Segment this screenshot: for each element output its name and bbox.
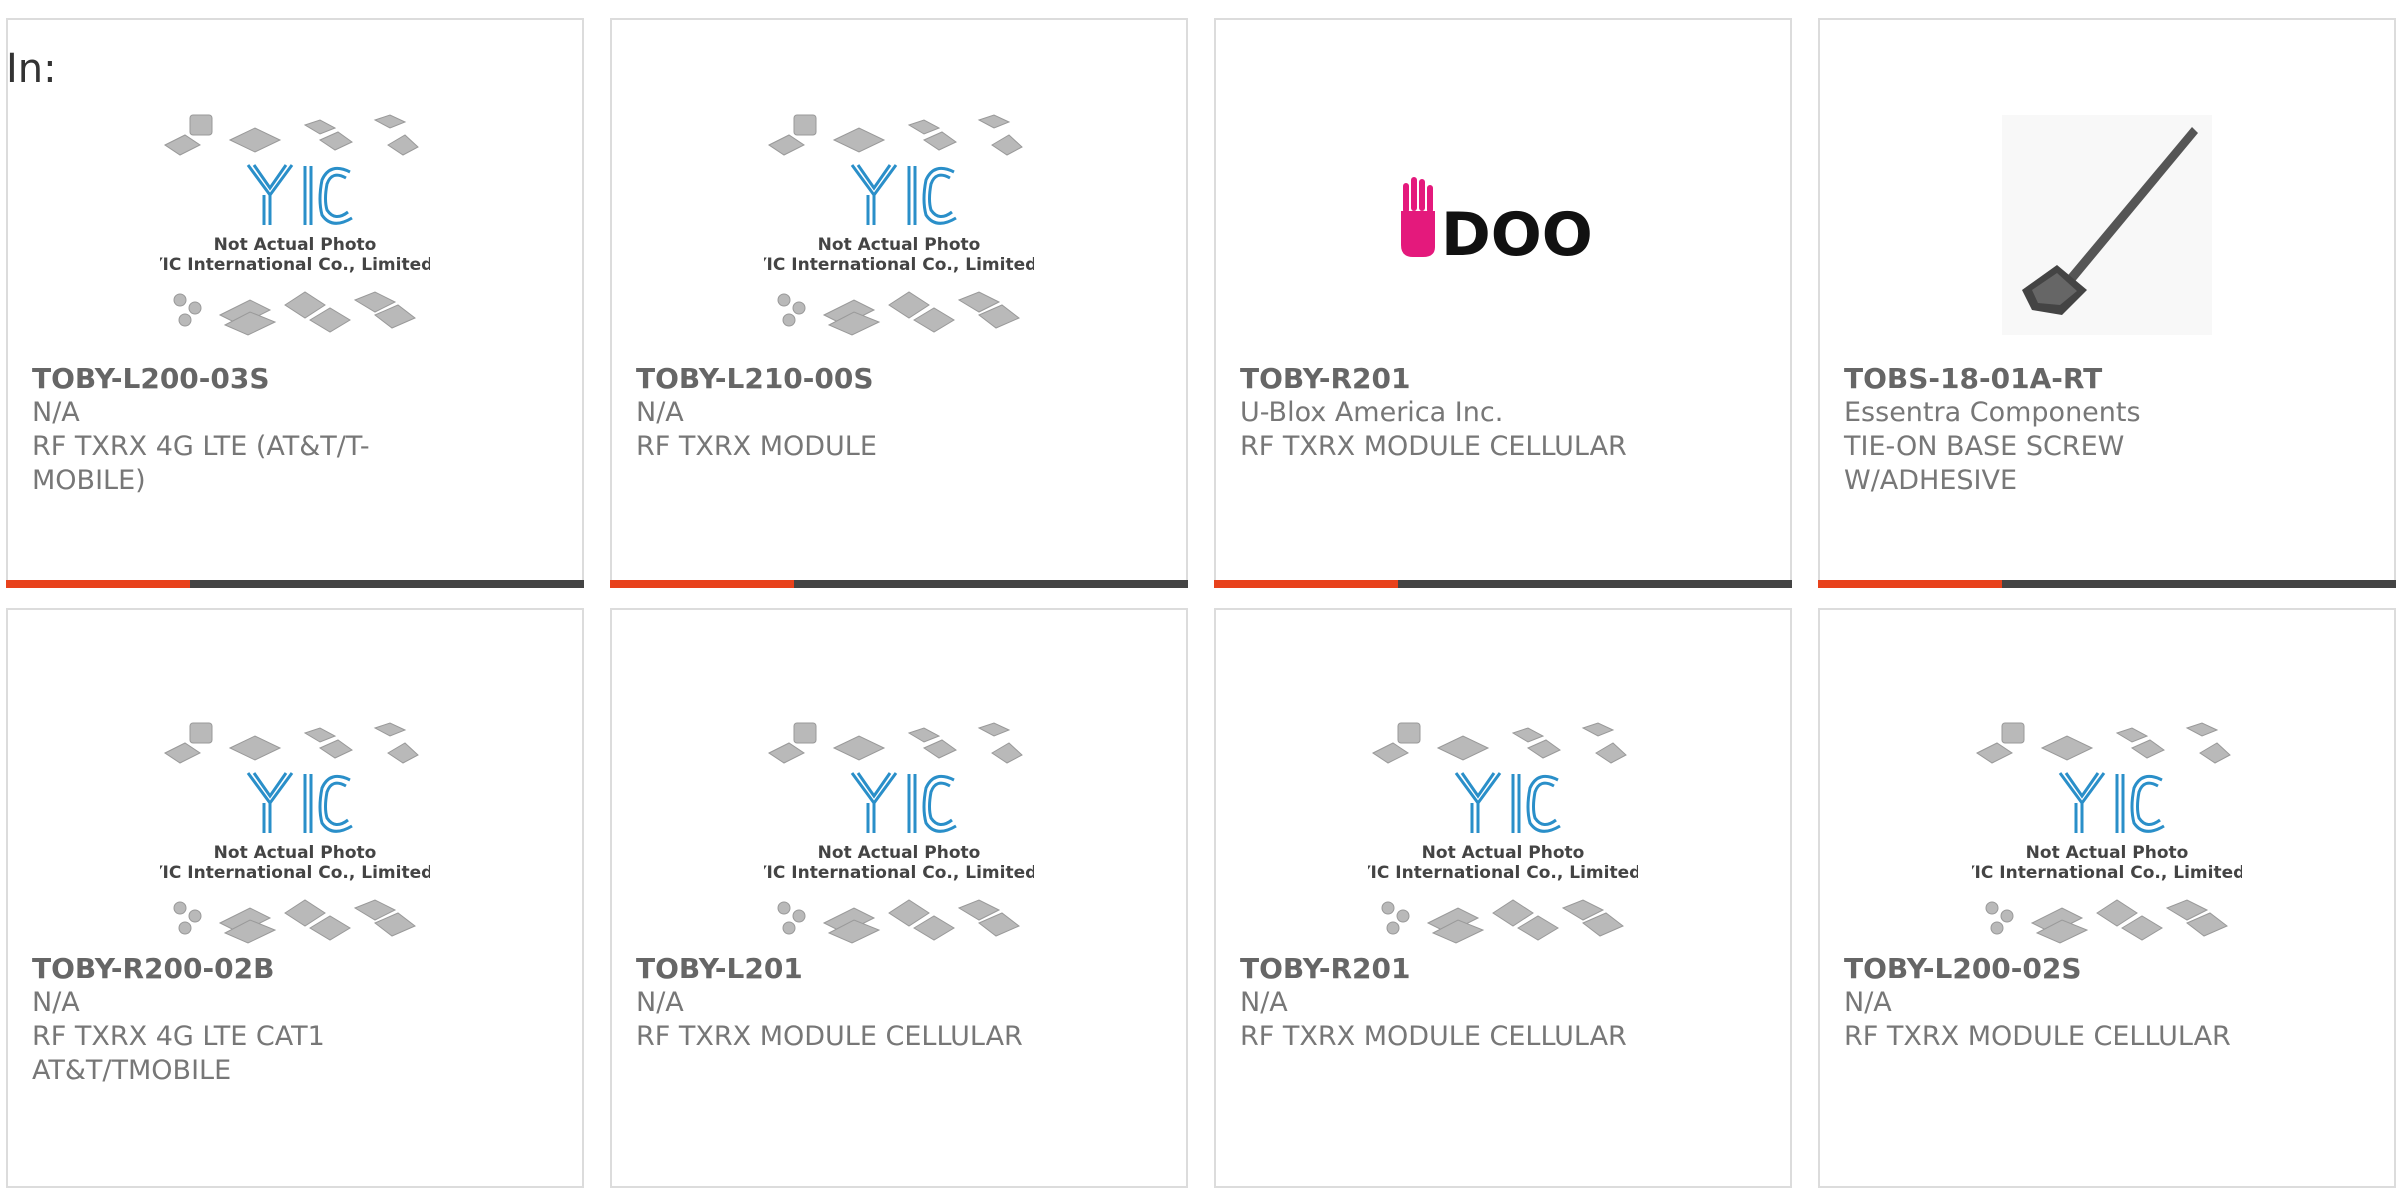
- product-card[interactable]: Not Actual Photo YIC International Co., …: [6, 608, 584, 1188]
- part-number-link[interactable]: TOBY-R201: [1240, 362, 1640, 396]
- manufacturer: N/A: [32, 987, 80, 1018]
- card-bottom-bar: [1818, 580, 2396, 588]
- manufacturer: U-Blox America Inc.: [1240, 397, 1504, 428]
- product-card[interactable]: Not Actual Photo YIC International Co., …: [610, 18, 1188, 588]
- placeholder-image[interactable]: Not Actual Photo YIC International Co., …: [8, 90, 582, 360]
- card-bottom-bar: [6, 580, 584, 588]
- placeholder-caption-2: YIC International Co., Limited.: [764, 255, 1034, 275]
- description: TIE-ON BASE SCREW W/ADHESIVE: [1844, 431, 2125, 496]
- part-number-link[interactable]: TOBY-R200-02B: [32, 952, 432, 986]
- placeholder-caption-1: Not Actual Photo: [1422, 843, 1585, 863]
- description: RF TXRX 4G LTE CAT1 AT&T/TMOBILE: [32, 1021, 325, 1086]
- placeholder-caption-1: Not Actual Photo: [2026, 843, 2189, 863]
- placeholder-caption-1: Not Actual Photo: [818, 235, 981, 255]
- part-number-link[interactable]: TOBS-18-01A-RT: [1844, 362, 2244, 396]
- placeholder-caption-2: YIC International Co., Limited.: [160, 863, 430, 883]
- description: RF TXRX MODULE CELLULAR: [1240, 431, 1627, 462]
- placeholder-image[interactable]: Not Actual Photo YIC International Co., …: [612, 90, 1186, 360]
- manufacturer: N/A: [1844, 987, 1892, 1018]
- description: RF TXRX 4G LTE (AT&T/T-MOBILE): [32, 431, 370, 496]
- udoo-logo-text: DOO: [1441, 200, 1593, 270]
- placeholder-image[interactable]: Not Actual Photo YIC International Co., …: [612, 698, 1186, 968]
- product-card[interactable]: Not Actual Photo YIC International Co., …: [6, 18, 584, 588]
- placeholder-caption-1: Not Actual Photo: [214, 843, 377, 863]
- placeholder-caption-2: YIC International Co., Limited.: [764, 863, 1034, 883]
- placeholder-caption-1: Not Actual Photo: [818, 843, 981, 863]
- placeholder-image[interactable]: Not Actual Photo YIC International Co., …: [8, 698, 582, 968]
- placeholder-image[interactable]: Not Actual Photo YIC International Co., …: [1216, 698, 1790, 968]
- placeholder-caption-2: YIC International Co., Limited.: [1972, 863, 2242, 883]
- manufacturer: N/A: [1240, 987, 1288, 1018]
- manufacturer: N/A: [636, 397, 684, 428]
- card-bottom-bar: [1214, 580, 1792, 588]
- description: RF TXRX MODULE CELLULAR: [1844, 1021, 2231, 1052]
- placeholder-image[interactable]: Not Actual Photo YIC International Co., …: [1820, 698, 2394, 968]
- part-number-link[interactable]: TOBY-L210-00S: [636, 362, 1036, 396]
- part-number-link[interactable]: TOBY-L201: [636, 952, 1036, 986]
- card-bottom-bar: [610, 580, 1188, 588]
- part-number-link[interactable]: TOBY-R201: [1240, 952, 1640, 986]
- manufacturer: N/A: [636, 987, 684, 1018]
- description: RF TXRX MODULE CELLULAR: [636, 1021, 1023, 1052]
- placeholder-caption-2: YIC International Co., Limited.: [160, 255, 430, 275]
- part-number-link[interactable]: TOBY-L200-03S: [32, 362, 432, 396]
- part-number-link[interactable]: TOBY-L200-02S: [1844, 952, 2244, 986]
- manufacturer: N/A: [32, 397, 80, 428]
- manufacturer: Essentra Components: [1844, 397, 2141, 428]
- filter-label: In:: [6, 46, 57, 92]
- description: RF TXRX MODULE: [636, 431, 877, 462]
- placeholder-caption-1: Not Actual Photo: [214, 235, 377, 255]
- cable-tie-photo[interactable]: [1820, 90, 2394, 360]
- product-card[interactable]: Not Actual Photo YIC International Co., …: [1214, 608, 1792, 1188]
- product-card[interactable]: Not Actual Photo YIC International Co., …: [610, 608, 1188, 1188]
- product-card[interactable]: DOO TOBY-R201 U-Blox America Inc. RF TXR…: [1214, 18, 1792, 588]
- udoo-logo[interactable]: DOO: [1216, 90, 1790, 360]
- description: RF TXRX MODULE CELLULAR: [1240, 1021, 1627, 1052]
- product-card[interactable]: TOBS-18-01A-RT Essentra Components TIE-O…: [1818, 18, 2396, 588]
- product-card[interactable]: Not Actual Photo YIC International Co., …: [1818, 608, 2396, 1188]
- placeholder-caption-2: YIC International Co., Limited.: [1368, 863, 1638, 883]
